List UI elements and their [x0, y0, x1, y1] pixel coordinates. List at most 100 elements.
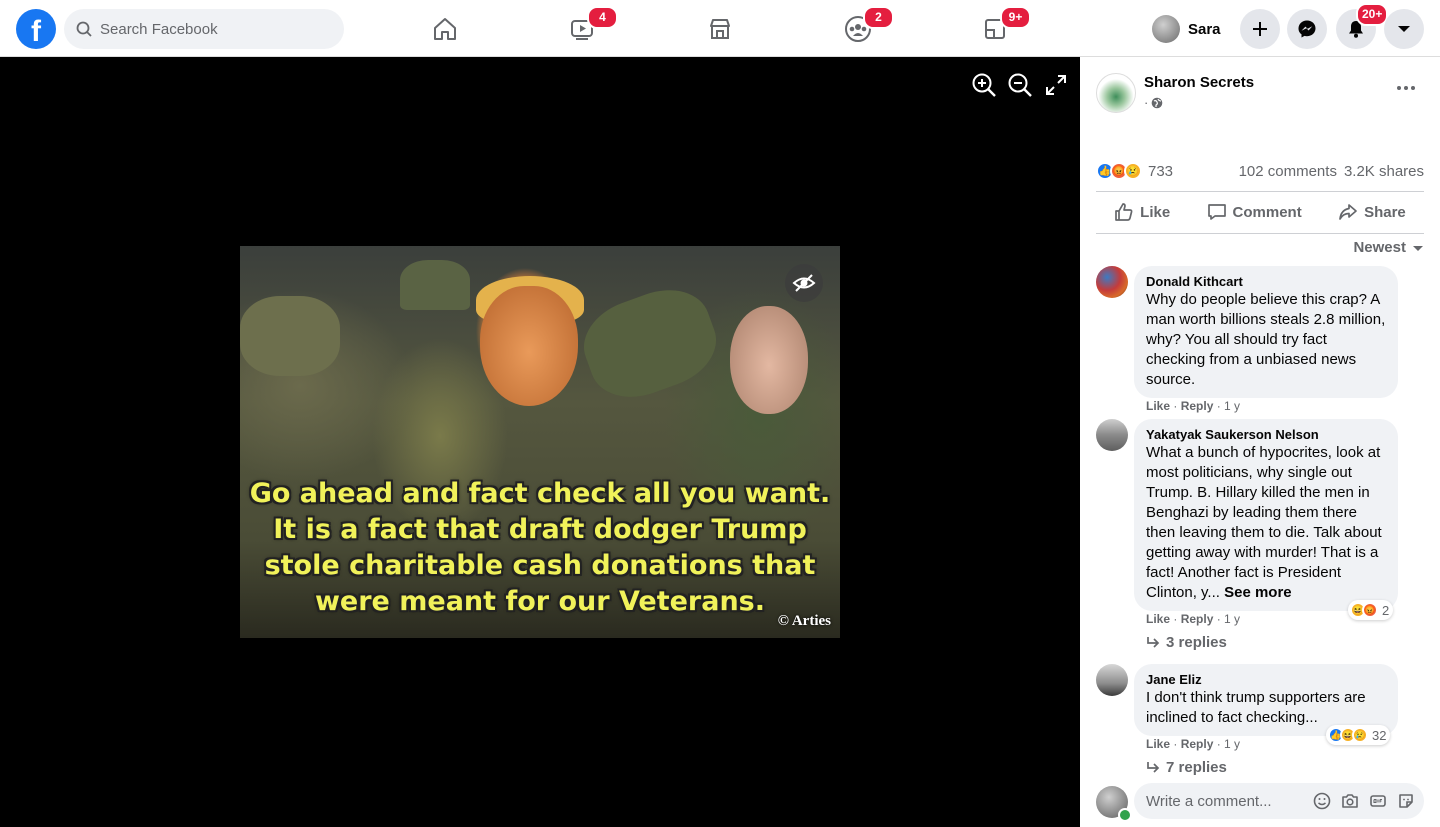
- like-label: Like: [1140, 203, 1171, 221]
- more-options-button[interactable]: [1394, 79, 1418, 103]
- share-label: Share: [1364, 203, 1406, 221]
- sad-reaction-icon: 😢: [1124, 162, 1142, 180]
- gif-button[interactable]: [1368, 791, 1388, 811]
- comments-count[interactable]: 102 comments: [1239, 163, 1337, 180]
- facebook-logo-icon[interactable]: f: [16, 9, 56, 49]
- reaction-summary[interactable]: 👍 😡 😢 733 102 comments 3.2K shares: [1096, 159, 1424, 183]
- fullscreen-button[interactable]: [1042, 71, 1070, 99]
- reaction-count[interactable]: 733: [1148, 163, 1173, 180]
- photo-button[interactable]: [1340, 791, 1360, 811]
- comment-meta: Like · Reply · 1 y: [1146, 399, 1241, 413]
- nav-gaming-button[interactable]: 9+: [978, 6, 1031, 46]
- gif-icon: [1370, 795, 1386, 807]
- zoom-in-icon: [972, 73, 996, 97]
- post-details-panel: Sharon Secrets · 👍 😡 😢 733 102 comments …: [1080, 57, 1440, 827]
- comment-like-link[interactable]: Like: [1146, 737, 1170, 751]
- hide-image-button[interactable]: [785, 264, 823, 302]
- comment-reaction-count: 2: [1382, 602, 1390, 618]
- post-actions: Like Comment Share: [1096, 191, 1424, 233]
- view-replies-link[interactable]: 7 replies: [1146, 759, 1227, 776]
- angry-reaction-icon: 😡: [1362, 602, 1378, 618]
- caption-line: Go ahead and fact check all you want.: [249, 478, 831, 509]
- more-icon: [1397, 86, 1415, 90]
- page-name[interactable]: Sharon Secrets: [1144, 74, 1254, 91]
- avatar[interactable]: [1096, 266, 1128, 298]
- shares-count[interactable]: 3.2K shares: [1344, 163, 1424, 180]
- image-caption: Go ahead and fact check all you want. It…: [240, 476, 840, 620]
- create-button[interactable]: [1240, 9, 1280, 49]
- nav-marketplace-button[interactable]: [703, 12, 737, 46]
- comment-reactions[interactable]: 👍 😆 😢 32: [1326, 725, 1391, 745]
- camera-icon: [1342, 794, 1358, 808]
- caption-line: were meant for our Veterans.: [314, 586, 765, 617]
- avatar: [1152, 15, 1180, 43]
- reply-arrow-icon: [1147, 636, 1160, 648]
- profile-shortcut[interactable]: Sara: [1152, 13, 1221, 45]
- comment-meta: Like · Reply · 1 y: [1146, 737, 1241, 751]
- marketplace-icon: [710, 19, 730, 39]
- avatar[interactable]: [1096, 664, 1128, 696]
- comment-composer: [1096, 783, 1426, 822]
- comment-label: Comment: [1232, 203, 1302, 221]
- comment-sort-dropdown[interactable]: Newest: [1353, 239, 1424, 256]
- view-replies-link[interactable]: 3 replies: [1146, 634, 1227, 651]
- like-button[interactable]: Like: [1104, 196, 1180, 228]
- comment-button[interactable]: Comment: [1197, 196, 1312, 228]
- user-name: Sara: [1188, 20, 1221, 38]
- home-icon: [434, 18, 456, 40]
- globe-icon[interactable]: [1151, 97, 1163, 109]
- share-button[interactable]: Share: [1328, 196, 1416, 228]
- comment-meta: Like · Reply · 1 y: [1146, 612, 1241, 626]
- photo-detail: [572, 276, 728, 411]
- post-meta: ·: [1144, 95, 1163, 110]
- account-menu-button[interactable]: [1384, 9, 1424, 49]
- comment-icon: [1207, 204, 1226, 220]
- emoji-icon: [1313, 792, 1331, 810]
- photo-detail: [240, 296, 340, 376]
- nav-watch-button[interactable]: 4: [565, 6, 618, 46]
- emoji-button[interactable]: [1312, 791, 1332, 811]
- comment-author[interactable]: Donald Kithcart: [1146, 274, 1386, 290]
- notifications-button[interactable]: 20+: [1336, 3, 1389, 49]
- image-credit: © Arties: [777, 613, 831, 629]
- zoom-in-button[interactable]: [970, 71, 998, 99]
- caret-down-icon: [1413, 245, 1423, 251]
- top-navigation-bar: f 4 2 9+ Sara 20+: [0, 0, 1440, 57]
- comment-time[interactable]: 1 y: [1224, 399, 1240, 413]
- zoom-out-button[interactable]: [1006, 71, 1034, 99]
- comment-like-link[interactable]: Like: [1146, 399, 1170, 413]
- replies-label: 7 replies: [1166, 759, 1227, 776]
- comment-input[interactable]: [1146, 792, 1306, 810]
- comment-text-body: What a bunch of hypocrites, look at most…: [1146, 444, 1382, 601]
- page-avatar[interactable]: [1096, 73, 1136, 113]
- comment-reply-link[interactable]: Reply: [1181, 399, 1214, 413]
- comment-reply-link[interactable]: Reply: [1181, 612, 1214, 626]
- comment-author[interactable]: Yakatyak Saukerson Nelson: [1146, 427, 1386, 443]
- comment-like-link[interactable]: Like: [1146, 612, 1170, 626]
- thumbs-up-icon: [1115, 203, 1133, 221]
- comment-author[interactable]: Jane Eliz: [1146, 672, 1386, 688]
- comment-text: I don't think trump supporters are incli…: [1146, 689, 1366, 726]
- comment-field[interactable]: [1134, 783, 1424, 819]
- reply-arrow-icon: [1147, 761, 1160, 773]
- photo-viewer: Go ahead and fact check all you want. It…: [0, 57, 1080, 827]
- comment-time[interactable]: 1 y: [1224, 612, 1240, 626]
- photo-detail: [480, 286, 578, 406]
- comment-reactions[interactable]: 😆 😡 2: [1348, 600, 1394, 620]
- messenger-icon: [1298, 20, 1316, 38]
- comment-reaction-count: 32: [1372, 727, 1387, 743]
- sticker-button[interactable]: [1396, 791, 1416, 811]
- search-box[interactable]: [64, 9, 344, 49]
- comment-time[interactable]: 1 y: [1224, 737, 1240, 751]
- avatar[interactable]: [1096, 419, 1128, 451]
- photo-detail: [400, 260, 470, 310]
- nav-home-button[interactable]: [428, 12, 462, 46]
- caption-line: stole charitable cash donations that: [264, 550, 816, 581]
- divider: [1096, 233, 1424, 234]
- caret-down-icon: [1398, 26, 1410, 32]
- messenger-button[interactable]: [1287, 9, 1327, 49]
- comment-reply-link[interactable]: Reply: [1181, 737, 1214, 751]
- search-input[interactable]: [100, 20, 320, 38]
- nav-groups-button[interactable]: 2: [841, 6, 894, 46]
- see-more-link[interactable]: See more: [1224, 584, 1292, 601]
